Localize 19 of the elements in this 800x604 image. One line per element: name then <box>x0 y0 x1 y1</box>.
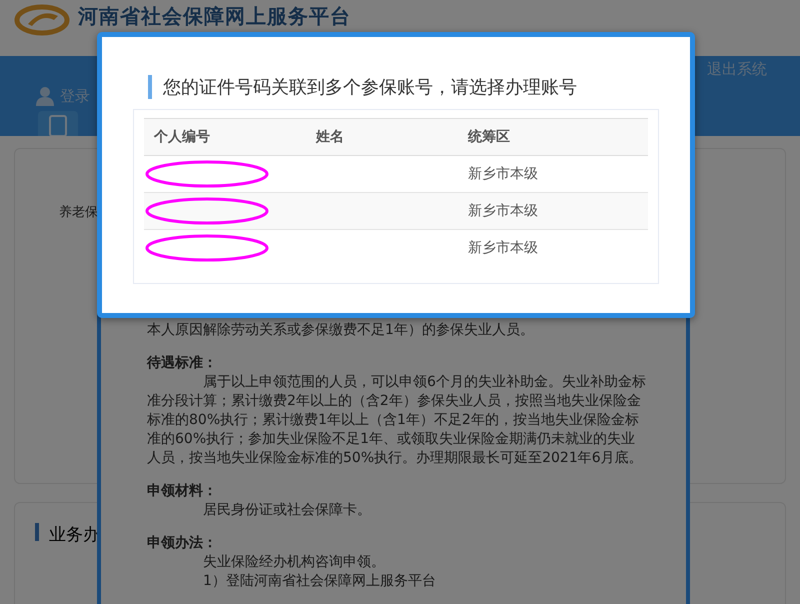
column-header: 姓名 <box>306 118 458 156</box>
notice-paragraph: 失业保险经办机构咨询申领。 <box>202 553 386 572</box>
column-header: 个人编号 <box>144 118 306 156</box>
column-header: 统筹区 <box>458 118 648 156</box>
notice-paragraph: 属于以上申领范围的人员，可以申领6个月的失业补助金。失业补助金标准分段计算；累计缴费2年以上的（含2年）参保失业人员，按照当地失业保险金标准的80%执行；累计缴费1年以上（含1年）不足2年的，按当地失业保险金标准的60%执行；参加失业保险不足1年、或领取失业保险金期满仍未就业的失业人员，按当地失业保险金标准的50%执行。办理期限最长可延至2021年6月底。 <box>147 373 646 468</box>
card-label: 养老保 <box>59 205 98 220</box>
tablet-icon[interactable] <box>38 111 78 136</box>
notice-paragraph: 1）登陆河南省社会保障网上服务平台 <box>202 572 437 591</box>
notice-text: 本人原因解除劳动关系或参保缴费不足1年）的参保失业人员。 <box>147 321 535 340</box>
user-icon <box>36 86 54 106</box>
section-heading: 待遇标准： <box>147 354 218 373</box>
table-cell[interactable]: 新乡市本级 <box>458 230 648 266</box>
logo-icon <box>14 4 70 36</box>
section-heading: 申领材料： <box>147 482 218 501</box>
table-cell[interactable]: 新乡市本级 <box>458 192 648 230</box>
section-heading: 申领办法： <box>147 534 218 553</box>
site-title: 河南省社会保障网上服务平台 <box>78 4 351 28</box>
dialog-title: 您的证件号码关联到多个参保账号，请选择办理账号 <box>163 76 577 99</box>
notice-paragraph: 居民身份证或社会保障卡。 <box>202 501 372 520</box>
